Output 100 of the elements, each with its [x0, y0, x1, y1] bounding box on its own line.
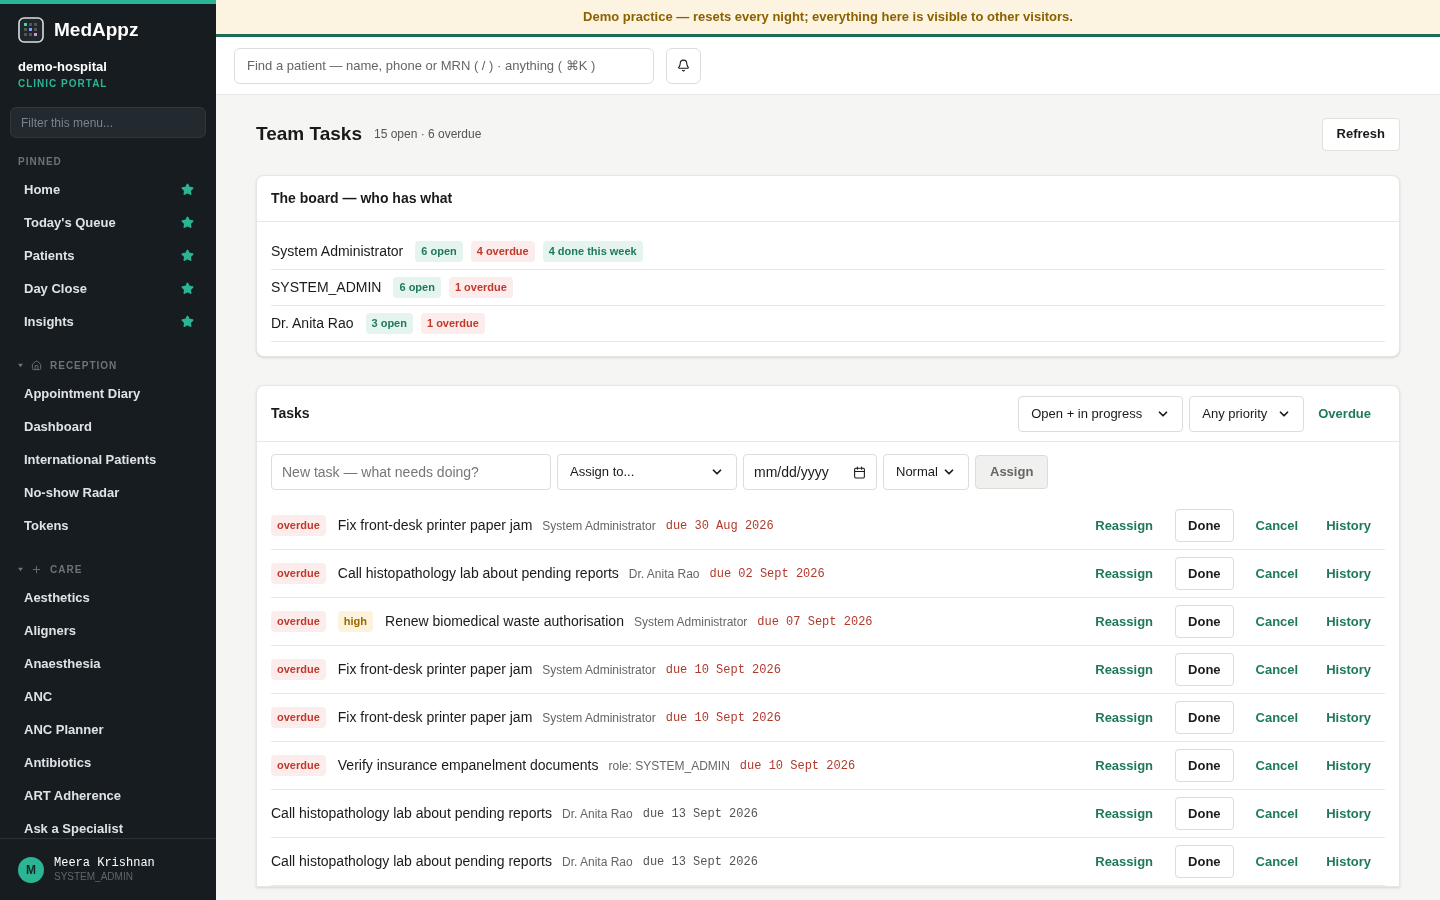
- action-link[interactable]: Reassign: [1081, 851, 1168, 872]
- done-button[interactable]: Done: [1175, 845, 1234, 878]
- action-link[interactable]: Cancel: [1241, 659, 1313, 680]
- action-link[interactable]: Cancel: [1241, 707, 1313, 728]
- done-button[interactable]: Done: [1175, 797, 1234, 830]
- task-title: Fix front-desk printer paper jam: [337, 660, 533, 679]
- section-heading: RECEPTION: [50, 359, 118, 373]
- new-task-field[interactable]: New task — what needs doing?: [271, 454, 551, 490]
- user-name: Meera Krishnan: [54, 855, 155, 871]
- sidebar-item[interactable]: Aligners: [18, 614, 198, 647]
- due-date: due 07 Sept 2026: [757, 613, 873, 631]
- action-link[interactable]: Reassign: [1081, 707, 1168, 728]
- portal-label: CLINIC PORTAL: [18, 77, 109, 91]
- count-badge: 3 open: [365, 313, 413, 334]
- sidebar-item[interactable]: ANC: [18, 680, 198, 713]
- action-link[interactable]: Cancel: [1241, 803, 1313, 824]
- count-badge: 4 overdue: [470, 241, 535, 262]
- status-badge: overdue: [271, 659, 326, 680]
- action-link[interactable]: Cancel: [1241, 515, 1313, 536]
- plus-icon: [31, 564, 42, 575]
- action-link[interactable]: Reassign: [1081, 803, 1168, 824]
- due-date: due 30 Aug 2026: [665, 517, 774, 535]
- due-date: due 13 Sept 2026: [642, 805, 758, 823]
- assignee-name: SYSTEM_ADMIN: [271, 278, 382, 297]
- done-button[interactable]: Done: [1175, 701, 1234, 734]
- sidebar-item[interactable]: ANC Planner: [18, 713, 198, 746]
- sidebar-item[interactable]: ART Adherence: [18, 779, 198, 812]
- action-link[interactable]: History: [1312, 707, 1385, 728]
- task-assignee: System Administrator: [542, 517, 656, 535]
- caret-icon[interactable]: [18, 363, 23, 368]
- overdue-link[interactable]: Overdue: [1304, 403, 1385, 424]
- action-link[interactable]: History: [1312, 755, 1385, 776]
- done-button[interactable]: Done: [1175, 509, 1234, 542]
- action-link[interactable]: Reassign: [1081, 611, 1168, 632]
- action-link[interactable]: Cancel: [1241, 611, 1313, 632]
- sidebar-item[interactable]: Patients: [18, 239, 198, 272]
- action-link[interactable]: Reassign: [1081, 515, 1168, 536]
- due-date-field[interactable]: mm/dd/yyyy: [743, 454, 877, 490]
- due-date: due 10 Sept 2026: [665, 661, 781, 679]
- task-assignee: System Administrator: [633, 613, 748, 631]
- sidebar-item[interactable]: Dashboard: [18, 410, 198, 443]
- task-assignee: System Administrator: [542, 661, 656, 679]
- done-button[interactable]: Done: [1175, 605, 1234, 638]
- sidebar-item[interactable]: Antibiotics: [18, 746, 198, 779]
- status-filter[interactable]: Open + in progress: [1018, 395, 1184, 432]
- assignee-select[interactable]: Assign to...: [557, 454, 737, 490]
- sidebar-item[interactable]: Anaesthesia: [18, 647, 198, 680]
- status-badge: overdue: [271, 707, 326, 728]
- action-link[interactable]: Cancel: [1241, 851, 1313, 872]
- count-badge: 6 open: [393, 277, 441, 298]
- action-link[interactable]: History: [1312, 563, 1385, 584]
- user-panel[interactable]: M Meera Krishnan SYSTEM_ADMIN: [0, 838, 216, 900]
- action-link[interactable]: History: [1312, 803, 1385, 824]
- sidebar-item[interactable]: Home: [18, 173, 198, 206]
- sidebar-item[interactable]: Tokens: [18, 509, 198, 542]
- due-date: due 10 Sept 2026: [665, 709, 781, 727]
- card-title: Tasks: [271, 404, 311, 423]
- user-avatar: M: [18, 856, 44, 883]
- sidebar-item[interactable]: Day Close: [18, 272, 198, 305]
- caret-icon[interactable]: [18, 567, 23, 572]
- done-button[interactable]: Done: [1175, 557, 1234, 590]
- action-link[interactable]: Cancel: [1241, 755, 1313, 776]
- sidebar-item[interactable]: Insights: [18, 305, 198, 338]
- sidebar-item[interactable]: Today's Queue: [18, 206, 198, 239]
- section-heading: CARE: [50, 563, 83, 577]
- demo-banner: Demo practice — resets every night; everything here is visible to other visitors.: [216, 0, 1440, 37]
- status-badge: overdue: [271, 563, 326, 584]
- sidebar-item[interactable]: Aesthetics: [18, 581, 198, 614]
- action-link[interactable]: History: [1312, 515, 1385, 536]
- action-link[interactable]: Reassign: [1081, 659, 1168, 680]
- patient-search-field[interactable]: Find a patient — name, phone or MRN ( / ) · anything ( ⌘K ): [234, 47, 654, 84]
- menu-filter-field[interactable]: Filter this menu...: [10, 107, 206, 138]
- count-badge: 4 done this week: [542, 241, 643, 262]
- due-date: due 02 Sept 2026: [709, 565, 825, 583]
- refresh-button[interactable]: Refresh: [1321, 117, 1400, 151]
- action-link[interactable]: Reassign: [1081, 563, 1168, 584]
- status-badge: overdue: [271, 611, 326, 632]
- assign-button[interactable]: Assign: [975, 455, 1049, 489]
- due-date: due 13 Sept 2026: [642, 853, 758, 871]
- priority-select[interactable]: Normal: [883, 454, 969, 490]
- task-title: Verify insurance empanelment documents: [337, 756, 599, 775]
- task-assignee: Dr. Anita Rao: [562, 853, 633, 871]
- action-link[interactable]: Cancel: [1241, 563, 1313, 584]
- task-assignee: Dr. Anita Rao: [628, 565, 700, 583]
- sidebar-item[interactable]: No-show Radar: [18, 476, 198, 509]
- task-summary: 15 open · 6 overdue: [373, 126, 483, 143]
- count-badge: 6 open: [415, 241, 463, 262]
- done-button[interactable]: Done: [1175, 653, 1234, 686]
- done-button[interactable]: Done: [1175, 749, 1234, 782]
- action-link[interactable]: History: [1312, 851, 1385, 872]
- notifications-button[interactable]: [666, 47, 701, 84]
- card-title: The board — who has what: [257, 176, 1399, 222]
- action-link[interactable]: History: [1312, 611, 1385, 632]
- sidebar-item[interactable]: International Patients: [18, 443, 198, 476]
- sidebar-item[interactable]: Ask a Specialist: [18, 812, 198, 838]
- due-date: due 10 Sept 2026: [739, 757, 856, 775]
- priority-filter[interactable]: Any priority: [1189, 395, 1305, 432]
- action-link[interactable]: Reassign: [1081, 755, 1168, 776]
- sidebar-item[interactable]: Appointment Diary: [18, 377, 198, 410]
- action-link[interactable]: History: [1312, 659, 1385, 680]
